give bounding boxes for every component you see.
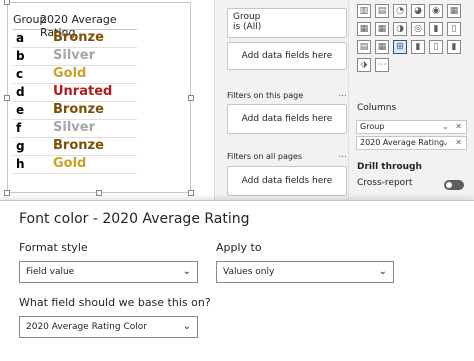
cell-group: g [16, 139, 25, 153]
resize-handle[interactable] [188, 95, 194, 101]
table-row[interactable]: e Bronze [13, 102, 137, 120]
filters-all-pages-label: Filters on all pages [227, 152, 303, 161]
table-row[interactable]: d Unrated [13, 84, 137, 102]
field-well-label: 2020 Average Rating [360, 138, 445, 147]
table-row[interactable]: f Silver [13, 120, 137, 138]
cell-group: c [16, 67, 24, 81]
table-visual[interactable]: Group 2020 Average Rating a Bronze b Silver… [4, 0, 194, 196]
add-data-fields-visual[interactable]: Add data fields here [227, 42, 347, 70]
columns-label: Columns [357, 103, 397, 113]
format-style-select[interactable]: Field value ⌄ [19, 261, 198, 283]
table-row[interactable]: c Gold [13, 66, 137, 84]
field-well-controls[interactable]: ⌄ ✕ [442, 137, 464, 149]
table-header: Group 2020 Average Rating [13, 12, 137, 39]
cell-group: d [16, 85, 25, 99]
visual-type-icon[interactable]: ▯ [429, 40, 443, 54]
format-style-label: Format style [19, 241, 88, 254]
based-on-value: 2020 Average Rating Color [26, 322, 147, 332]
table-row[interactable]: g Bronze [13, 138, 137, 156]
more-options-icon[interactable]: ... [338, 89, 347, 99]
visual-type-icon[interactable]: ▥ [357, 4, 371, 18]
cell-rating: Unrated [53, 84, 113, 99]
visual-type-icon[interactable]: ⊞ [393, 40, 407, 54]
apply-to-select[interactable]: Values only ⌄ [216, 261, 394, 283]
cell-rating: Bronze [53, 30, 104, 45]
apply-to-label: Apply to [216, 241, 262, 254]
filter-card-title: Group [233, 12, 261, 22]
field-well-controls[interactable]: ⌄ ✕ [442, 121, 464, 133]
cell-rating: Silver [53, 48, 95, 63]
visual-type-icon[interactable]: ◔ [393, 4, 407, 18]
visual-type-icon[interactable]: ▤ [357, 40, 371, 54]
resize-handle[interactable] [4, 190, 10, 196]
table-row[interactable]: a Bronze [13, 30, 137, 48]
visual-type-icon[interactable]: ▦ [357, 22, 371, 36]
visual-type-icon[interactable]: ◑ [393, 22, 407, 36]
field-well-rating[interactable]: 2020 Average Rating ⌄ ✕ [356, 136, 467, 150]
drill-through-label: Drill through [357, 162, 422, 172]
visual-type-icon[interactable]: ◕ [411, 4, 425, 18]
field-well-label: Group [360, 122, 385, 131]
cell-rating: Bronze [53, 102, 104, 117]
font-color-dialog: Font color - 2020 Average Rating Format … [0, 200, 474, 361]
visual-type-icon[interactable]: ▦ [447, 4, 461, 18]
resize-handle[interactable] [188, 190, 194, 196]
visual-type-icon[interactable]: ⋯ [375, 58, 389, 72]
filters-on-page-heading: Filters on this page ... [227, 89, 347, 100]
cell-group: a [16, 31, 25, 45]
resize-handle[interactable] [4, 95, 10, 101]
visual-type-icon[interactable]: ◎ [411, 22, 425, 36]
field-well-group[interactable]: Group ⌄ ✕ [356, 120, 467, 134]
chevron-down-icon: ⌄ [182, 266, 191, 277]
chevron-down-icon: ⌄ [378, 266, 387, 277]
cell-group: f [16, 121, 22, 135]
report-canvas: Group 2020 Average Rating a Bronze b Silver… [0, 0, 214, 200]
cell-group: b [16, 49, 25, 63]
based-on-label: What field should we base this on? [19, 296, 211, 309]
filter-card-state: is (All) [233, 22, 262, 32]
cell-rating: Gold [53, 156, 87, 171]
more-options-icon[interactable]: ... [338, 150, 347, 160]
add-data-fields-page[interactable]: Add data fields here [227, 104, 347, 134]
visual-type-icon[interactable]: ▮ [447, 40, 461, 54]
filters-pane: Group is (All) Add data fields here Filt… [214, 0, 348, 200]
filters-on-page-label: Filters on this page [227, 91, 304, 100]
cell-rating: Bronze [53, 138, 104, 153]
visual-type-icon[interactable]: ▮ [411, 40, 425, 54]
filters-all-pages-heading: Filters on all pages ... [227, 150, 347, 161]
filter-card-group[interactable]: Group is (All) [227, 8, 347, 38]
visual-type-icon[interactable]: ▮ [429, 22, 443, 36]
resize-handle[interactable] [4, 0, 10, 5]
dialog-title: Font color - 2020 Average Rating [19, 211, 250, 227]
apply-to-value: Values only [223, 267, 275, 277]
table-row[interactable]: h Gold [13, 156, 137, 174]
visual-type-icon[interactable]: ▯ [447, 22, 461, 36]
visual-type-icon[interactable]: ⬗ [357, 58, 371, 72]
table-row[interactable]: b Silver [13, 48, 137, 66]
cell-rating: Gold [53, 66, 87, 81]
visual-type-icon[interactable]: ▤ [375, 4, 389, 18]
format-style-value: Field value [26, 267, 75, 277]
visualizations-pane: ▥ ▤ ◔ ◕ ◉ ▦ ▦ ▦ ◑ ◎ ▮ ▯ ▤ ▦ ⊞ ▮ ▯ ▮ ⬗ ⋯ Columns Group ⌄ ✕ 2… [348, 0, 474, 200]
resize-handle[interactable] [96, 190, 102, 196]
visual-type-icon[interactable]: ▦ [375, 22, 389, 36]
cell-rating: Silver [53, 120, 95, 135]
chevron-down-icon: ⌄ [182, 321, 191, 332]
add-data-fields-all[interactable]: Add data fields here [227, 166, 347, 196]
visual-type-icon[interactable]: ▦ [375, 40, 389, 54]
cell-group: h [16, 157, 25, 171]
visual-type-icon[interactable]: ◉ [429, 4, 443, 18]
cell-group: e [16, 103, 25, 117]
based-on-select[interactable]: 2020 Average Rating Color ⌄ [19, 316, 198, 338]
cross-report-label: Cross-report [357, 178, 413, 188]
cross-report-toggle[interactable] [444, 180, 464, 190]
